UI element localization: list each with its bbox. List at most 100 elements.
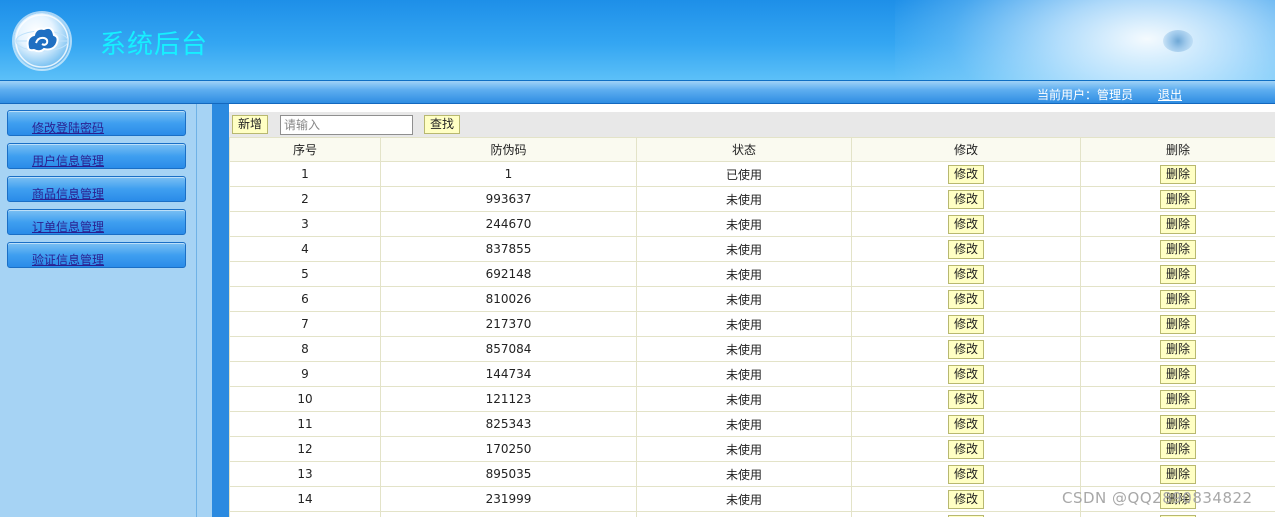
delete-button[interactable]: 删除 (1159, 239, 1196, 259)
cell-index: 11 (229, 411, 381, 437)
table-row: 1 1 已使用 修改 删除 (229, 161, 1275, 187)
table-row: 4 837855 未使用 修改 删除 (229, 236, 1275, 262)
cell-status: 未使用 (636, 386, 852, 412)
cell-code: 825343 (380, 411, 637, 437)
cell-code: 857084 (380, 336, 637, 362)
edit-button[interactable]: 修改 (947, 264, 984, 284)
cell-edit: 修改 (851, 211, 1081, 237)
sidebar-item-label: 用户信息管理 (32, 154, 105, 168)
cell-edit: 修改 (851, 336, 1081, 362)
table-row: 修改删除 (229, 511, 1275, 517)
cell-index: 10 (229, 386, 381, 412)
search-button[interactable]: 查找 (424, 115, 461, 134)
cell-edit: 修改 (851, 361, 1081, 387)
cell-delete: 删除 (1080, 436, 1275, 462)
edit-button[interactable]: 修改 (947, 314, 984, 334)
logout-link[interactable]: 退出 (1158, 86, 1182, 103)
cell-index: 5 (229, 261, 381, 287)
logo-icon (14, 13, 70, 69)
frame-divider[interactable] (212, 104, 229, 517)
cell-edit: 修改 (851, 511, 1081, 517)
cell-code: 692148 (380, 261, 637, 287)
sidebar-item-product-management[interactable]: 商品信息管理 (7, 176, 186, 202)
edit-button[interactable]: 修改 (947, 489, 984, 509)
cell-status: 未使用 (636, 186, 852, 212)
edit-button[interactable]: 修改 (947, 339, 984, 359)
cell-index: 1 (229, 161, 381, 187)
cell-code: 217370 (380, 311, 637, 337)
cell-index: 2 (229, 186, 381, 212)
delete-button[interactable]: 删除 (1159, 439, 1196, 459)
cell-status: 未使用 (636, 211, 852, 237)
cell-status: 未使用 (636, 461, 852, 487)
delete-button[interactable]: 删除 (1159, 464, 1196, 484)
edit-button[interactable]: 修改 (947, 364, 984, 384)
delete-button[interactable]: 删除 (1159, 214, 1196, 234)
watermark: CSDN @QQ2890834822 (1062, 489, 1253, 507)
cell-status: 未使用 (636, 486, 852, 512)
cell-delete: 删除 (1080, 261, 1275, 287)
cell-code: 170250 (380, 436, 637, 462)
table-row: 5 692148 未使用 修改 删除 (229, 261, 1275, 287)
delete-button[interactable]: 删除 (1159, 364, 1196, 384)
sidebar-item-label: 修改登陆密码 (32, 121, 105, 135)
cell-index: 8 (229, 336, 381, 362)
cell-code: 244670 (380, 211, 637, 237)
cell-delete: 删除 (1080, 461, 1275, 487)
delete-button[interactable]: 删除 (1159, 389, 1196, 409)
cell-delete: 删除 (1080, 311, 1275, 337)
edit-button[interactable]: 修改 (947, 289, 984, 309)
cell-edit: 修改 (851, 411, 1081, 437)
cell-edit: 修改 (851, 286, 1081, 312)
cell-status (636, 511, 852, 517)
delete-button[interactable]: 删除 (1159, 164, 1196, 184)
header-banner: 系统后台 (0, 0, 1275, 80)
delete-button[interactable]: 删除 (1159, 289, 1196, 309)
cell-status: 未使用 (636, 336, 852, 362)
sidebar-item-user-management[interactable]: 用户信息管理 (7, 143, 186, 169)
edit-button[interactable]: 修改 (947, 164, 984, 184)
delete-button[interactable]: 删除 (1159, 414, 1196, 434)
edit-button[interactable]: 修改 (947, 389, 984, 409)
table-row: 7 217370 未使用 修改 删除 (229, 311, 1275, 337)
cell-index: 3 (229, 211, 381, 237)
sidebar-item-label: 验证信息管理 (32, 253, 105, 267)
cell-index: 4 (229, 236, 381, 262)
cell-delete: 删除 (1080, 236, 1275, 262)
edit-button[interactable]: 修改 (947, 464, 984, 484)
sidebar-item-change-password[interactable]: 修改登陆密码 (7, 110, 186, 136)
cell-status: 未使用 (636, 261, 852, 287)
cell-status: 未使用 (636, 236, 852, 262)
sidebar-item-verification-management[interactable]: 验证信息管理 (7, 242, 186, 268)
search-input[interactable] (280, 115, 413, 135)
cell-code: 231999 (380, 486, 637, 512)
edit-button[interactable]: 修改 (947, 439, 984, 459)
cell-edit: 修改 (851, 386, 1081, 412)
add-button[interactable]: 新增 (232, 115, 269, 134)
table-row: 8 857084 未使用 修改 删除 (229, 336, 1275, 362)
cell-status: 未使用 (636, 436, 852, 462)
edit-button[interactable]: 修改 (947, 214, 984, 234)
column-header-delete: 删除 (1080, 137, 1275, 162)
edit-button[interactable]: 修改 (947, 239, 984, 259)
edit-button[interactable]: 修改 (947, 189, 984, 209)
cell-code: 837855 (380, 236, 637, 262)
delete-button[interactable]: 删除 (1159, 339, 1196, 359)
cell-index (229, 511, 381, 517)
delete-button[interactable]: 删除 (1159, 189, 1196, 209)
cell-edit: 修改 (851, 486, 1081, 512)
cell-index: 6 (229, 286, 381, 312)
table-row: 13 895035 未使用 修改 删除 (229, 461, 1275, 487)
cell-code: 810026 (380, 286, 637, 312)
table-header-row: 序号 防伪码 状态 修改 删除 (229, 137, 1275, 162)
cell-status: 已使用 (636, 161, 852, 187)
cell-index: 7 (229, 311, 381, 337)
cell-status: 未使用 (636, 361, 852, 387)
delete-button[interactable]: 删除 (1159, 264, 1196, 284)
cell-delete: 删除 (1080, 511, 1275, 517)
delete-button[interactable]: 删除 (1159, 314, 1196, 334)
edit-button[interactable]: 修改 (947, 414, 984, 434)
cell-edit: 修改 (851, 311, 1081, 337)
sidebar-item-order-management[interactable]: 订单信息管理 (7, 209, 186, 235)
cell-delete: 删除 (1080, 411, 1275, 437)
